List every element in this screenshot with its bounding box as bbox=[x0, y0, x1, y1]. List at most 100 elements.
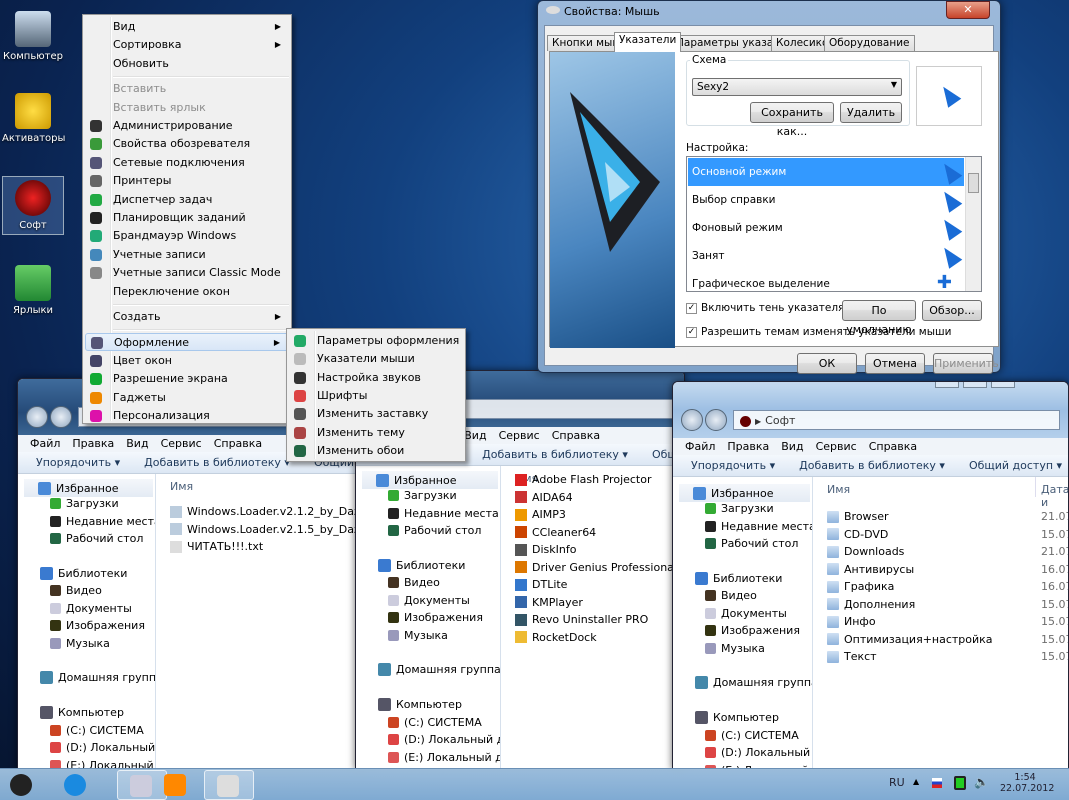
file-row[interactable]: AIMP3 bbox=[515, 508, 566, 521]
file-row[interactable]: Windows.Loader.v2.1.5_by_Daz bbox=[170, 523, 360, 536]
shadow-checkbox[interactable]: ✓ Включить тень указателя bbox=[686, 302, 844, 314]
file-row[interactable]: AIDA64 bbox=[515, 491, 573, 504]
menu-вид[interactable]: Вид bbox=[126, 437, 148, 450]
show-hidden-icons[interactable]: ▲ bbox=[913, 777, 919, 786]
favorites[interactable]: Избранное bbox=[362, 471, 498, 489]
back-button[interactable] bbox=[26, 406, 48, 428]
file-row[interactable]: Графика bbox=[827, 580, 894, 593]
menu-item-учетные-записи[interactable]: Учетные записи bbox=[85, 246, 289, 264]
fav-1[interactable]: Недавние места bbox=[705, 520, 812, 533]
drive-0[interactable]: (C:) СИСТЕМА bbox=[50, 724, 144, 737]
toolbar-2[interactable]: Добавить в библиотеку ▾ bbox=[799, 459, 945, 472]
back-button[interactable] bbox=[681, 409, 703, 431]
desktop-icon-0[interactable]: Компьютер bbox=[2, 8, 64, 65]
file-row[interactable]: Windows.Loader.v2.1.2_by_Daz bbox=[170, 505, 360, 518]
file-row[interactable]: Оптимизация+настройка bbox=[827, 633, 993, 646]
libraries[interactable]: Библиотеки bbox=[378, 558, 465, 572]
delete-button[interactable]: Удалить bbox=[840, 102, 902, 123]
menu-справка[interactable]: Справка bbox=[869, 440, 917, 453]
file-row[interactable]: Revo Uninstaller PRO bbox=[515, 613, 648, 626]
pointer-row[interactable]: Фоновый режим bbox=[688, 214, 964, 242]
submenu-item-указатели-мыши[interactable]: Указатели мыши bbox=[289, 350, 463, 368]
menu-item-диспетчер-задач[interactable]: Диспетчер задач bbox=[85, 191, 289, 209]
drive-1[interactable]: (D:) Локальный дис bbox=[50, 741, 155, 754]
flag-icon[interactable] bbox=[932, 778, 942, 788]
drive-1[interactable]: (D:) Локальный дис bbox=[705, 746, 812, 759]
submenu-item-настройка-звуков[interactable]: Настройка звуков bbox=[289, 369, 463, 387]
menu-item-персонализация[interactable]: Персонализация bbox=[85, 407, 289, 425]
taskbar-button-1[interactable] bbox=[52, 770, 102, 800]
drive-1[interactable]: (D:) Локальный дис bbox=[388, 733, 500, 746]
taskbar-button-4[interactable] bbox=[204, 770, 254, 800]
lib-0[interactable]: Видео bbox=[388, 576, 440, 589]
file-row[interactable]: CD-DVD bbox=[827, 528, 888, 541]
file-row[interactable]: Дополнения bbox=[827, 598, 915, 611]
toolbar-2[interactable]: Добавить в библиотеку ▾ bbox=[482, 448, 628, 461]
fav-0[interactable]: Загрузки bbox=[388, 489, 457, 502]
menu-item-учетные-записи-classic-mode[interactable]: Учетные записи Classic Mode bbox=[85, 264, 289, 282]
menu-item-оформление[interactable]: Оформление ▶ bbox=[85, 333, 289, 352]
menu-item-администрирование[interactable]: Администрирование bbox=[85, 117, 289, 135]
taskbar-button-3[interactable] bbox=[152, 770, 202, 800]
desktop-icon-2[interactable]: Софт bbox=[2, 176, 64, 235]
default-button[interactable]: По умолчанию bbox=[842, 300, 916, 336]
minimize-button[interactable] bbox=[935, 382, 959, 388]
file-row[interactable]: Антивирусы bbox=[827, 563, 914, 576]
menu-item-сетевые-подключения[interactable]: Сетевые подключения bbox=[85, 154, 289, 172]
submenu-item-параметры-оформления[interactable]: Параметры оформления bbox=[289, 332, 463, 350]
file-row[interactable]: Текст bbox=[827, 650, 877, 663]
submenu-item-изменить-заставку[interactable]: Изменить заставку bbox=[289, 405, 463, 423]
toolbar-1[interactable]: Упорядочить ▾ bbox=[691, 459, 775, 472]
tab-указатели[interactable]: Указатели bbox=[614, 32, 682, 52]
column-name[interactable]: Имя bbox=[170, 480, 193, 493]
file-row[interactable]: Adobe Flash Projector bbox=[515, 473, 652, 486]
drive-0[interactable]: (C:) СИСТЕМА bbox=[705, 729, 799, 742]
cancel-button[interactable]: Отмена bbox=[865, 353, 925, 374]
computer[interactable]: Компьютер bbox=[40, 706, 124, 719]
forward-button[interactable] bbox=[50, 406, 72, 428]
libraries[interactable]: Библиотеки bbox=[40, 566, 127, 580]
lib-2[interactable]: Изображения bbox=[388, 611, 483, 624]
libraries[interactable]: Библиотеки bbox=[695, 571, 782, 585]
lib-0[interactable]: Видео bbox=[50, 584, 102, 597]
menu-item-гаджеты[interactable]: Гаджеты bbox=[85, 389, 289, 407]
file-row[interactable]: Downloads bbox=[827, 545, 904, 558]
file-row[interactable]: KMPlayer bbox=[515, 596, 583, 609]
menu-правка[interactable]: Правка bbox=[727, 440, 769, 453]
list-scrollbar[interactable] bbox=[965, 157, 981, 291]
language-indicator[interactable]: RU bbox=[889, 776, 905, 789]
menu-item-создать[interactable]: Создать ▶ bbox=[85, 308, 289, 326]
menu-справка[interactable]: Справка bbox=[552, 429, 600, 442]
desktop-icon-1[interactable]: Активаторы bbox=[2, 90, 65, 147]
computer[interactable]: Компьютер bbox=[695, 711, 779, 724]
favorites[interactable]: Избранное bbox=[679, 484, 810, 502]
address-bar[interactable]: ▶ Софт bbox=[733, 410, 1060, 430]
lib-0[interactable]: Видео bbox=[705, 589, 757, 602]
pointer-row[interactable]: Основной режим bbox=[688, 158, 964, 186]
clock[interactable]: 1:54 22.07.2012 bbox=[1000, 772, 1054, 794]
volume-icon[interactable]: 🔈 bbox=[974, 775, 989, 789]
desktop-icon-3[interactable]: Ярлыки bbox=[2, 262, 64, 319]
fav-2[interactable]: Рабочий стол bbox=[388, 524, 481, 537]
menu-файл[interactable]: Файл bbox=[30, 437, 60, 450]
menu-item-вид[interactable]: Вид ▶ bbox=[85, 18, 289, 36]
forward-button[interactable] bbox=[705, 409, 727, 431]
favorites[interactable]: Избранное bbox=[24, 479, 153, 497]
pointer-row[interactable]: Занят bbox=[688, 242, 964, 270]
lib-1[interactable]: Документы bbox=[705, 607, 787, 620]
browse-button[interactable]: Обзор... bbox=[922, 300, 982, 321]
menu-item-переключение-окон[interactable]: Переключение окон bbox=[85, 283, 289, 301]
menu-item-принтеры[interactable]: Принтеры bbox=[85, 172, 289, 190]
pointer-list[interactable]: Основной режим Выбор справки Фоновый режим… bbox=[686, 156, 982, 292]
column-name[interactable]: Имя bbox=[827, 483, 850, 496]
file-row[interactable]: RocketDock bbox=[515, 631, 597, 644]
taskbar-button-0[interactable] bbox=[0, 770, 38, 800]
computer[interactable]: Компьютер bbox=[378, 698, 462, 711]
menu-сервис[interactable]: Сервис bbox=[816, 440, 857, 453]
drive-0[interactable]: (C:) СИСТЕМА bbox=[388, 716, 482, 729]
fav-1[interactable]: Недавние места bbox=[388, 507, 499, 520]
file-row[interactable]: DTLite bbox=[515, 578, 567, 591]
fav-2[interactable]: Рабочий стол bbox=[50, 532, 143, 545]
file-row[interactable]: ЧИТАТЬ!!!.txt bbox=[170, 540, 263, 553]
menu-файл[interactable]: Файл bbox=[685, 440, 715, 453]
